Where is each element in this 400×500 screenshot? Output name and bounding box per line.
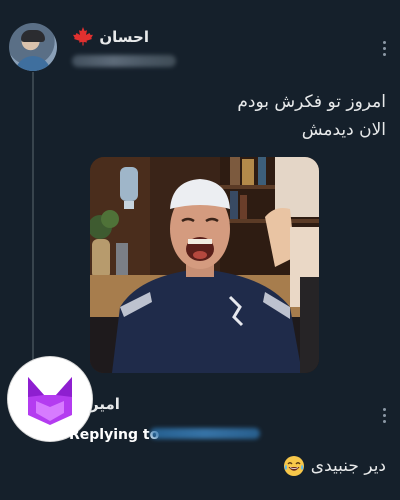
- author-name[interactable]: احسان: [99, 28, 149, 46]
- tweet-text: امروز تو فکرش بودم الان دیدمش: [66, 88, 386, 144]
- more-options-icon[interactable]: [374, 36, 394, 60]
- tweet-text-line-1: امروز تو فکرش بودم: [237, 92, 386, 112]
- replying-to-label: Replying to: [69, 427, 160, 443]
- face-with-tears-of-joy-icon: [283, 456, 304, 476]
- author-handle-redacted: [72, 55, 176, 67]
- replying-to-handle-redacted[interactable]: [150, 428, 260, 439]
- reply-more-options-icon[interactable]: [374, 403, 394, 427]
- laughing-man-photo: [90, 157, 319, 373]
- tweet-text-line-2: الان دیدمش: [301, 120, 386, 140]
- avatar-hair: [21, 30, 45, 42]
- reply-author-name[interactable]: امیر: [90, 395, 120, 413]
- author-avatar[interactable]: [9, 23, 57, 71]
- tweet-thread-screen: احسان امروز تو فکرش بودم الان دیدمش امیر…: [0, 0, 400, 500]
- reply-text-content: دیر جنبیدی: [310, 456, 386, 476]
- tweet-media-image[interactable]: [90, 157, 319, 373]
- thread-connector-line: [32, 72, 34, 372]
- avatar-shirt: [15, 56, 51, 71]
- reply-text: دیر جنبیدی: [283, 455, 386, 477]
- canada-flag-icon: [73, 27, 93, 46]
